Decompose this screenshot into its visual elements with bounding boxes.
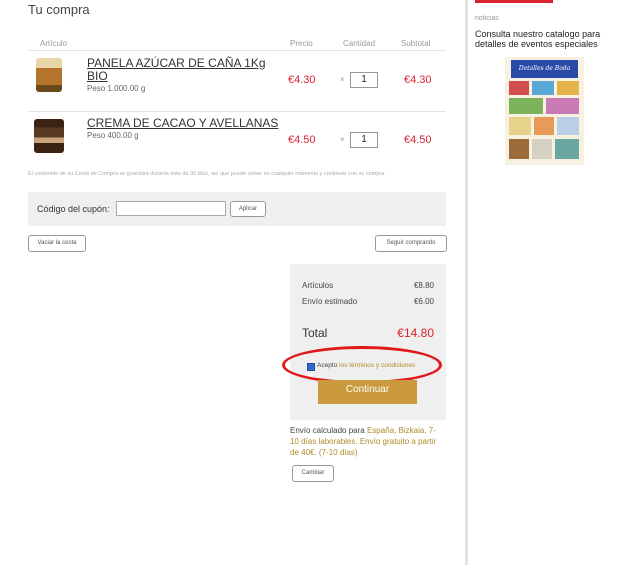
catalog-image[interactable]: Detalles de Boda xyxy=(505,57,584,165)
header-divider xyxy=(28,50,446,51)
sidebar-heading: noticias xyxy=(475,15,499,22)
shipping-label: Envío estimado xyxy=(302,297,358,306)
product-subtotal: €4.30 xyxy=(404,74,432,86)
product-weight: Peso 1.000.00 g xyxy=(87,84,146,93)
col-header-price: Precio xyxy=(290,39,313,48)
change-shipping-button[interactable]: Cambiar xyxy=(292,465,334,482)
product-price: €4.50 xyxy=(288,134,316,146)
catalog-thumb xyxy=(555,139,579,159)
product-name[interactable]: CREMA DE CACAO Y AVELLANAS xyxy=(87,117,278,130)
qty-multiplier: × xyxy=(340,75,345,84)
shipping-prefix: Envío calculado para xyxy=(290,426,367,435)
qty-multiplier: × xyxy=(340,135,345,144)
total-label: Total xyxy=(302,326,328,340)
catalog-thumb xyxy=(534,117,554,135)
product-name[interactable]: PANELA AZÚCAR DE CAÑA 1Kg xyxy=(87,57,266,70)
product-name-cont[interactable]: BIO xyxy=(87,70,108,83)
product-price: €4.30 xyxy=(288,74,316,86)
catalog-thumb xyxy=(532,139,552,159)
product-weight: Peso 400.00 g xyxy=(87,131,139,140)
shipping-value: €6.00 xyxy=(413,297,434,306)
quantity-input[interactable]: 1 xyxy=(350,72,378,88)
catalog-thumb xyxy=(509,117,531,135)
shipping-info: Envío calculado para España, Bizkaia, 7-… xyxy=(290,425,440,458)
col-header-quantity: Cantidad xyxy=(343,39,376,48)
coupon-label: Código del cupón: xyxy=(37,204,110,214)
cart-retention-note: El contenido de su Cesta de Compra se gu… xyxy=(28,171,386,177)
articles-value: €8.80 xyxy=(413,281,434,290)
row-divider xyxy=(28,111,446,112)
sidebar-accent-bar xyxy=(475,0,553,3)
total-value: €14.80 xyxy=(397,326,434,340)
articles-label: Artículos xyxy=(302,281,334,290)
apply-coupon-button[interactable]: Aplicar xyxy=(230,201,266,217)
catalog-thumb xyxy=(557,117,579,135)
coupon-input[interactable] xyxy=(116,201,226,216)
empty-cart-button[interactable]: Vaciar la cesta xyxy=(28,235,86,252)
catalog-thumb xyxy=(546,98,579,114)
table-row: PANELA AZÚCAR DE CAÑA 1Kg BIO Peso 1.000… xyxy=(28,52,446,108)
catalog-text[interactable]: Consulta nuestro catalogo para detalles … xyxy=(475,29,615,49)
checkout-continue-button[interactable]: Continuar xyxy=(318,380,417,404)
table-row: CREMA DE CACAO Y AVELLANAS Peso 400.00 g… xyxy=(28,113,446,167)
highlight-ellipse xyxy=(282,346,442,384)
quantity-input[interactable]: 1 xyxy=(350,132,378,148)
catalog-thumb xyxy=(509,98,543,114)
catalog-thumb xyxy=(509,81,529,95)
page-title: Tu compra xyxy=(28,2,90,17)
coupon-panel: Código del cupón: Aplicar xyxy=(28,192,446,226)
catalog-thumb xyxy=(557,81,579,95)
product-image-panela[interactable] xyxy=(36,58,62,92)
continue-shopping-button[interactable]: Seguir comprando xyxy=(375,235,447,252)
col-header-subtotal: Subtotal xyxy=(401,39,431,48)
product-subtotal: €4.50 xyxy=(404,134,432,146)
product-image-cacao[interactable] xyxy=(34,119,64,153)
catalog-thumb xyxy=(532,81,554,95)
catalog-banner: Detalles de Boda xyxy=(511,60,578,78)
sidebar-divider xyxy=(465,0,468,565)
catalog-thumb xyxy=(509,139,529,159)
col-header-article: Artículo xyxy=(40,39,68,48)
